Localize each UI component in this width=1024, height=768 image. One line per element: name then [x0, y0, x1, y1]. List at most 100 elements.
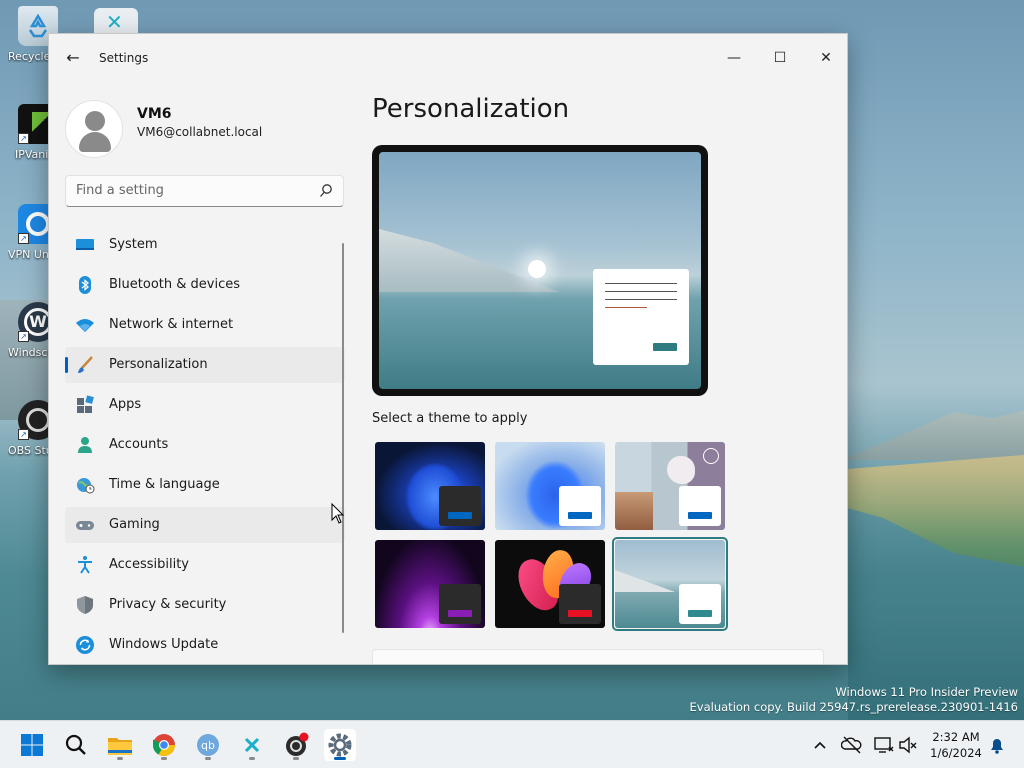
sidebar-item-bluetooth[interactable]: Bluetooth & devices: [65, 267, 345, 303]
paintbrush-icon: [78, 356, 93, 373]
sidebar-item-label: Network & internet: [109, 317, 234, 332]
watermark-line-1: Windows 11 Pro Insider Preview: [835, 685, 1018, 699]
sidebar-item-label: Gaming: [109, 517, 160, 532]
search-icon[interactable]: [319, 183, 333, 199]
wifi-icon: [76, 319, 94, 332]
user-email: VM6@collabnet.local: [137, 125, 263, 139]
apps-icon: [77, 395, 94, 413]
maximize-button[interactable]: ☐: [757, 42, 803, 74]
mini-window: [439, 584, 481, 624]
theme-captured-motion[interactable]: [612, 439, 728, 533]
preview-sun: [528, 260, 546, 278]
taskbar: qb 2:32 AM 1/6/2024: [0, 720, 1024, 768]
wallpaper-water: [848, 470, 1024, 720]
onedrive-offline-icon[interactable]: [841, 734, 863, 756]
page-title: Personalization: [372, 94, 570, 124]
sidebar-scrollbar[interactable]: [342, 243, 344, 633]
theme-heading: Select a theme to apply: [372, 411, 528, 426]
sidebar-nav: System Bluetooth & devices Network & int…: [65, 227, 345, 664]
sidebar-item-label: System: [109, 237, 158, 252]
back-button[interactable]: ←: [63, 48, 83, 68]
taskbar-obs[interactable]: [280, 729, 312, 761]
preview-text-line: [605, 307, 647, 308]
search-box[interactable]: [65, 175, 344, 207]
system-icon: [76, 239, 94, 250]
avatar: [65, 100, 123, 158]
start-icon: [21, 734, 43, 756]
taskbar-clock[interactable]: 2:32 AM 1/6/2024: [926, 729, 986, 761]
sidebar-item-privacy[interactable]: Privacy & security: [65, 587, 345, 623]
preview-window-sample: [593, 269, 689, 365]
taskbar-app-x[interactable]: [236, 729, 268, 761]
mini-window: [679, 486, 721, 526]
mini-window: [439, 486, 481, 526]
sidebar-item-time-language[interactable]: Time & language: [65, 467, 345, 503]
wallpaper-hill: [840, 409, 1024, 460]
preview-button: [653, 343, 677, 351]
mini-window: [559, 584, 601, 624]
preview-hill: [379, 229, 559, 292]
mini-window: [679, 584, 721, 624]
avatar-head: [85, 111, 105, 131]
preview-text-line: [605, 299, 677, 300]
close-button[interactable]: ✕: [803, 42, 847, 74]
shield-icon: [77, 596, 93, 614]
chevron-up-icon[interactable]: [809, 734, 831, 756]
sidebar-item-system[interactable]: System: [65, 227, 345, 263]
taskbar-settings[interactable]: [324, 729, 356, 761]
sidebar-item-accounts[interactable]: Accounts: [65, 427, 345, 463]
theme-sunrise[interactable]: [612, 537, 728, 631]
avatar-body: [79, 132, 111, 152]
search-icon: [65, 734, 86, 755]
taskbar-search-button[interactable]: [60, 729, 92, 761]
sidebar-item-label: Time & language: [109, 477, 220, 492]
theme-flow[interactable]: [492, 537, 608, 631]
sidebar-item-label: Bluetooth & devices: [109, 277, 240, 292]
taskbar-qbittorrent[interactable]: qb: [192, 729, 224, 761]
desktop-icon-app-x[interactable]: ✕: [94, 8, 138, 34]
app-x-icon: ✕: [106, 10, 123, 34]
sidebar-item-label: Apps: [109, 397, 142, 412]
sidebar-item-label: Accessibility: [109, 557, 189, 572]
slideshow-icon: [703, 448, 719, 464]
shortcut-arrow-icon: ↗: [18, 233, 29, 244]
sidebar-item-label: Personalization: [109, 357, 208, 372]
sidebar-item-label: Privacy & security: [109, 597, 227, 612]
preview-text-line: [605, 283, 677, 284]
start-button[interactable]: [16, 729, 48, 761]
theme-windows-dark[interactable]: [372, 439, 488, 533]
sidebar-item-personalization[interactable]: Personalization: [65, 347, 345, 383]
theme-grid: [372, 439, 732, 633]
taskbar-file-explorer[interactable]: [104, 729, 136, 761]
minimize-button[interactable]: —: [711, 42, 757, 74]
sidebar-item-windows-update[interactable]: Windows Update: [65, 627, 345, 663]
os-watermark: Windows 11 Pro Insider Preview Evaluatio…: [690, 685, 1018, 715]
sidebar-item-network[interactable]: Network & internet: [65, 307, 345, 343]
gamepad-icon: [76, 521, 94, 530]
clock-date: 1/6/2024: [930, 746, 982, 760]
mouse-cursor-icon: [331, 503, 345, 524]
network-icon[interactable]: [873, 734, 895, 756]
sidebar-item-accessibility[interactable]: Accessibility: [65, 547, 345, 583]
svg-text:qb: qb: [201, 739, 215, 752]
user-profile[interactable]: VM6 VM6@collabnet.local: [65, 100, 345, 158]
taskbar-chrome[interactable]: [148, 729, 180, 761]
window-title: Settings: [99, 51, 149, 65]
sidebar-item-apps[interactable]: Apps: [65, 387, 345, 423]
theme-windows-light[interactable]: [492, 439, 608, 533]
person-icon: [78, 437, 92, 453]
notification-bell-icon[interactable]: [986, 734, 1008, 756]
shortcut-arrow-icon: ↗: [18, 429, 29, 440]
theme-glow[interactable]: [372, 537, 488, 631]
watermark-line-2: Evaluation copy. Build 25947.rs_prerelea…: [689, 700, 1018, 714]
shortcut-arrow-icon: ↗: [18, 331, 29, 342]
bluetooth-icon: [79, 276, 91, 294]
clock-time: 2:32 AM: [932, 730, 980, 744]
title-bar[interactable]: ← Settings — ☐ ✕: [49, 34, 847, 82]
volume-muted-icon[interactable]: [897, 734, 919, 756]
settings-card[interactable]: [372, 649, 824, 664]
update-icon: [76, 636, 94, 654]
search-input[interactable]: [76, 183, 306, 198]
theme-preview: [372, 145, 708, 396]
sidebar-item-gaming[interactable]: Gaming: [65, 507, 345, 543]
